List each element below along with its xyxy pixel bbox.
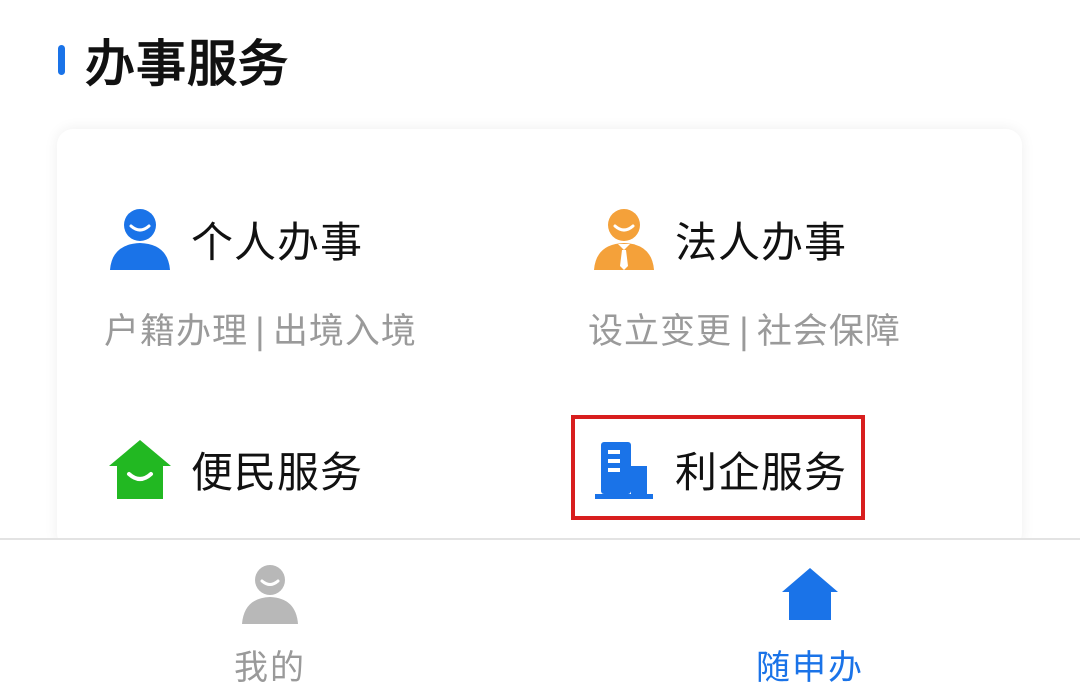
tab-home-label: 随申办 (756, 648, 864, 688)
corporate-service-subitems: 设立变更 | 社会保障 (588, 303, 901, 354)
house-smile-icon (107, 436, 173, 502)
corporate-subitem-social-security[interactable]: 社会保障 (757, 312, 901, 352)
enterprise-service-button[interactable]: 利企服务 (591, 436, 847, 502)
convenience-service-label: 便民服务 (191, 447, 364, 497)
personal-subitem-exit-entry[interactable]: 出境入境 (273, 312, 417, 352)
enterprise-service-label: 利企服务 (675, 447, 848, 497)
person-smile-icon (107, 206, 173, 272)
convenience-service-button[interactable]: 便民服务 (107, 436, 363, 502)
person-icon (242, 565, 298, 624)
separator: | (254, 312, 267, 352)
personal-service-subitems: 户籍办理 | 出境入境 (104, 303, 417, 354)
section-accent-bar (58, 45, 65, 75)
tab-mine-label: 我的 (234, 648, 306, 688)
corporate-service-button[interactable]: 法人办事 (591, 206, 847, 272)
personal-subitem-household[interactable]: 户籍办理 (104, 312, 248, 352)
separator: | (738, 312, 751, 352)
tab-mine[interactable]: 我的 (0, 540, 540, 700)
personal-service-label: 个人办事 (191, 217, 364, 267)
bottom-tab-bar: 我的 随申办 (0, 538, 1080, 700)
building-icon (591, 436, 657, 502)
tab-home[interactable]: 随申办 (540, 540, 1080, 700)
personal-service-button[interactable]: 个人办事 (107, 206, 363, 272)
section-header: 办事服务 (58, 28, 289, 93)
corporate-service-label: 法人办事 (675, 217, 848, 267)
section-title: 办事服务 (85, 35, 289, 93)
home-icon (782, 568, 838, 620)
person-tie-icon (591, 206, 657, 272)
corporate-subitem-establishment[interactable]: 设立变更 (588, 312, 732, 352)
service-page: 办事服务 个人办事 户籍办理 | 出境入境 法人办事 设立变更 | 社会保障 便… (0, 0, 1080, 700)
